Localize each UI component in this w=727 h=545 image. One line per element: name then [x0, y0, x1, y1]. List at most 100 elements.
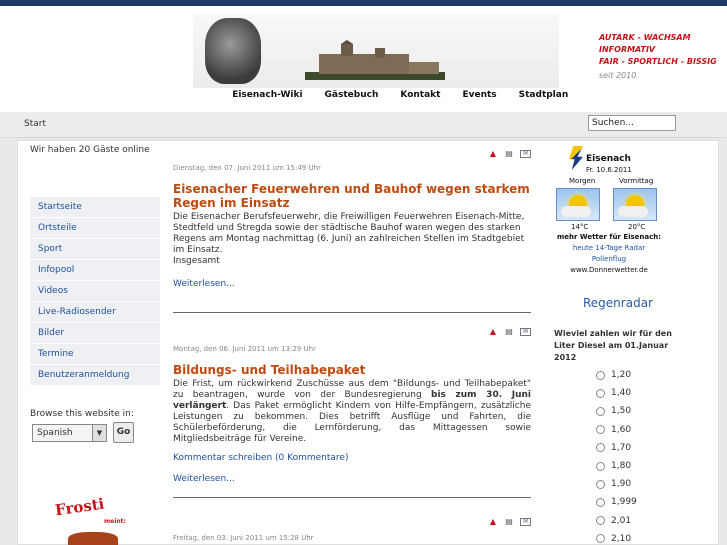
article-body: Die Frist, um rückwirkend Zuschüsse aus …	[173, 379, 531, 445]
frosti-figure	[68, 532, 118, 545]
main-nav: Home Eisenach-Wiki Gästebuch Kontakt Eve…	[170, 90, 579, 100]
article-divider	[173, 312, 531, 313]
sidebar-item-videos[interactable]: Videos	[30, 281, 160, 302]
search-input[interactable]	[588, 115, 676, 131]
article-tools: ▲ ▤ ✉	[488, 517, 531, 527]
poll-option-label: 1,70	[611, 442, 632, 453]
poll-option-label: 1,90	[611, 479, 632, 490]
article-divider	[173, 497, 531, 498]
pdf-icon[interactable]: ▲	[488, 327, 498, 337]
nav-contact[interactable]: Kontakt	[389, 90, 451, 100]
frosti-image: Frosti meint:	[52, 494, 132, 545]
radio-button[interactable]	[596, 370, 605, 380]
sidebar-item-startseite[interactable]: Startseite	[30, 197, 160, 218]
sidebar-item-infopool[interactable]: Infopool	[30, 260, 160, 281]
article-title[interactable]: Eisenacher Feuerwehren und Bauhof wegen …	[173, 182, 531, 210]
sidebar-item-termine[interactable]: Termine	[30, 344, 160, 365]
poll-option-label: 2,10	[611, 533, 632, 544]
nav-eisenach-wiki[interactable]: Eisenach-Wiki	[221, 90, 313, 100]
poll-option[interactable]: 1,70	[596, 439, 637, 457]
radio-button[interactable]	[596, 516, 605, 526]
radio-button[interactable]	[596, 461, 605, 471]
article: Montag, den 06. Juni 2011 um 13:29 Uhr B…	[173, 345, 531, 484]
frosti-meint: meint:	[104, 518, 126, 525]
castle-image	[305, 40, 445, 80]
nav-guestbook[interactable]: Gästebuch	[314, 90, 390, 100]
article-date: Montag, den 06. Juni 2011 um 13:29 Uhr	[173, 345, 316, 353]
poll-option[interactable]: 1,60	[596, 421, 637, 439]
article-body-part: . Das Paket ermöglicht Kindern von Hilfe…	[173, 401, 531, 444]
read-more-link[interactable]: Weiterlesen...	[173, 279, 531, 289]
sidebar-item-sport[interactable]: Sport	[30, 239, 160, 260]
sidebar-item-ortsteile[interactable]: Ortsteile	[30, 218, 160, 239]
comment-link[interactable]: Kommentar schreiben (0 Kommentare)	[173, 453, 531, 463]
poll-option-label: 1,50	[611, 406, 632, 417]
weather-date: Fr. 10.6.2011	[586, 166, 632, 174]
print-icon[interactable]: ▤	[504, 327, 514, 337]
article-date: Freitag, den 03. Juni 2011 um 15:28 Uhr	[173, 534, 314, 542]
poll-question: Wieviel zahlen wir für den Liter Diesel …	[554, 329, 672, 362]
poll-option[interactable]: 1,80	[596, 457, 637, 475]
poll-option[interactable]: 1,20	[596, 366, 637, 384]
browse-label: Browse this website in:	[30, 409, 134, 419]
poll-option[interactable]: 2,10	[596, 530, 637, 545]
radio-button[interactable]	[596, 388, 605, 398]
language-select[interactable]: Spanish ▼	[32, 424, 107, 442]
poll-option[interactable]: 2,01	[596, 512, 637, 530]
pdf-icon[interactable]: ▲	[488, 149, 498, 159]
sidebar-item-bilder[interactable]: Bilder	[30, 323, 160, 344]
weather-links: heute 14-Tage Radar Pollenflug	[553, 243, 665, 265]
header-banner	[193, 14, 559, 88]
radio-button[interactable]	[596, 479, 605, 489]
radio-button[interactable]	[596, 406, 605, 416]
article-title[interactable]: Bildungs- und Teilhabepaket	[173, 363, 531, 377]
radio-button[interactable]	[596, 443, 605, 453]
article: Freitag, den 03. Juni 2011 um 15:28 Uhr	[173, 534, 531, 542]
email-icon[interactable]: ✉	[520, 328, 531, 336]
sidebar-item-live-radiosender[interactable]: Live-Radiosender	[30, 302, 160, 323]
sidebar-menu: Startseite Ortsteile Sport Infopool Vide…	[30, 197, 160, 386]
nav-home[interactable]: Home	[170, 90, 221, 100]
breadcrumb[interactable]: Start	[24, 119, 46, 129]
radio-button[interactable]	[596, 497, 605, 507]
nav-events[interactable]: Events	[451, 90, 507, 100]
weather-source[interactable]: www.Donnerwetter.de	[553, 266, 665, 274]
poll-option[interactable]: 1,50	[596, 402, 637, 420]
weather-links-line[interactable]: Pollenflug	[553, 254, 665, 265]
poll-option[interactable]: 1,90	[596, 475, 637, 493]
nav-city-map[interactable]: Stadtplan	[508, 90, 580, 100]
email-icon[interactable]: ✉	[520, 518, 531, 526]
guests-online: Wir haben 20 Gäste online	[30, 145, 150, 155]
radio-button[interactable]	[596, 534, 605, 544]
poll-option-label: 1,80	[611, 461, 632, 472]
article-body: Die Eisenacher Berufsfeuerwehr, die Frei…	[173, 212, 525, 255]
weather-label: Vormittag	[619, 177, 654, 185]
pdf-icon[interactable]: ▲	[488, 517, 498, 527]
radio-button[interactable]	[596, 425, 605, 435]
poll-option[interactable]: 1,40	[596, 384, 637, 402]
poll-option-label: 1,999	[611, 497, 637, 508]
read-more-link[interactable]: Weiterlesen...	[173, 474, 531, 484]
print-icon[interactable]: ▤	[504, 517, 514, 527]
go-button[interactable]: Go	[113, 422, 134, 443]
poll-options: 1,20 1,40 1,50 1,60 1,70 1,80 1,90 1,999…	[596, 366, 637, 545]
email-icon[interactable]: ✉	[520, 150, 531, 158]
poll-option-label: 1,20	[611, 370, 632, 381]
poll-option-label: 1,40	[611, 388, 632, 399]
rain-radar-link[interactable]: Regenradar	[583, 296, 653, 310]
slogan-line: FAIR - SPORTLICH - BISSIG	[599, 57, 717, 66]
slogan-line: INFORMATIV	[599, 45, 656, 54]
sidebar-item-benutzeranmeldung[interactable]: Benutzeranmeldung	[30, 365, 160, 386]
lightning-icon	[569, 146, 583, 170]
weather-links-line[interactable]: heute 14-Tage Radar	[553, 243, 665, 254]
chevron-down-icon: ▼	[92, 425, 106, 441]
language-select-value: Spanish	[37, 428, 73, 438]
poll-option[interactable]: 1,999	[596, 493, 637, 511]
weather-temp: 14°C	[571, 223, 589, 231]
article-tools: ▲ ▤ ✉	[488, 327, 531, 337]
print-icon[interactable]: ▤	[504, 149, 514, 159]
article-date: Dienstag, den 07. Juni 2011 um 15:49 Uhr	[173, 164, 321, 172]
sun-icon	[556, 188, 600, 221]
article: Dienstag, den 07. Juni 2011 um 15:49 Uhr…	[173, 164, 531, 289]
bust-left-image	[205, 18, 261, 84]
